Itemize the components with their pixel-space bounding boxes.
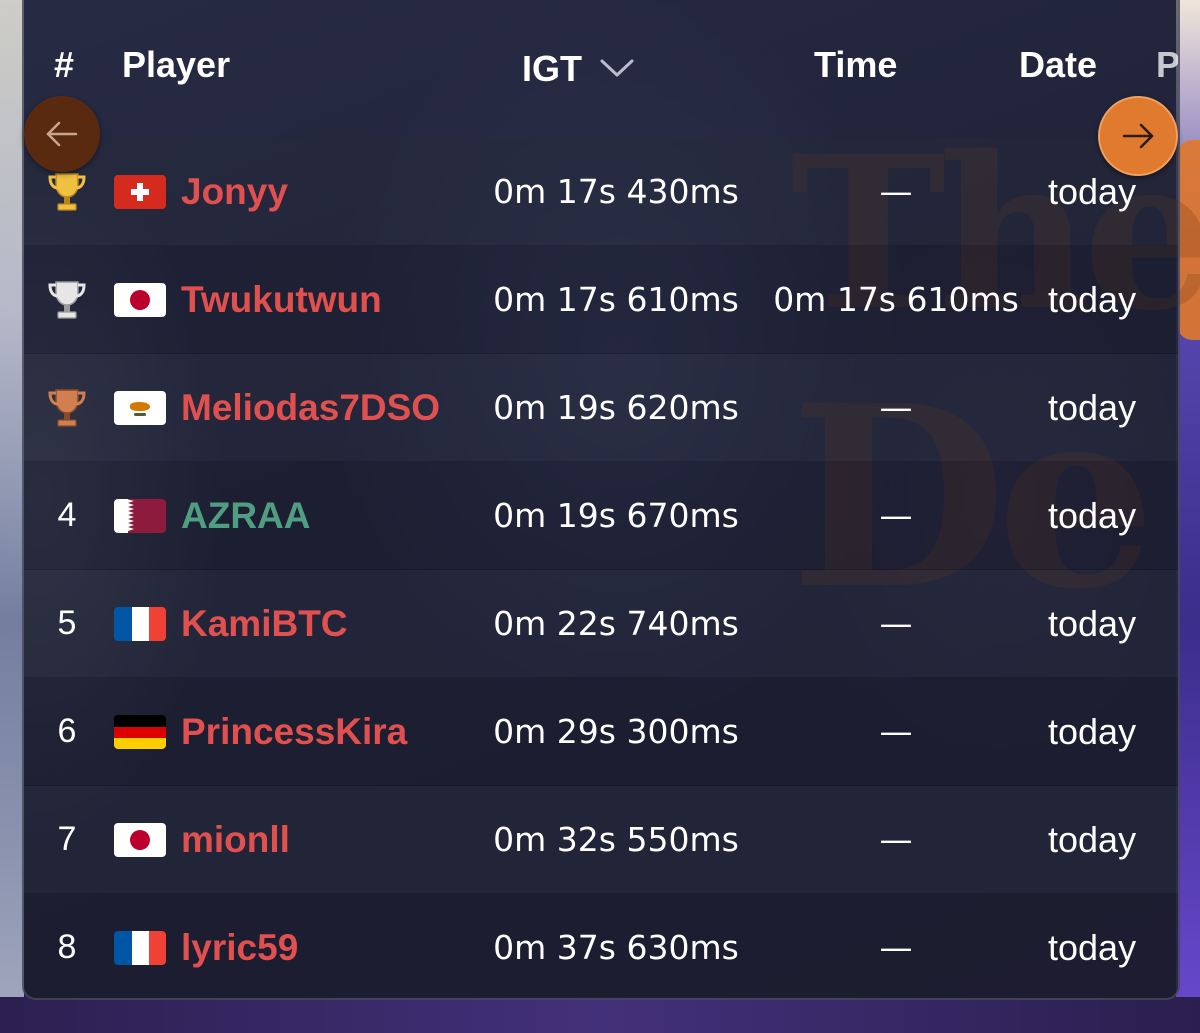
flag-jp-icon xyxy=(114,282,166,317)
player-name-link[interactable]: Meliodas7DSO xyxy=(181,354,440,461)
table-row[interactable]: Meliodas7DSO 0m 19s 620ms — today xyxy=(24,354,1178,462)
country-flag-icon xyxy=(114,570,168,677)
rank-number: 7 xyxy=(57,820,77,858)
date-value: today xyxy=(1048,602,1137,644)
column-header-date[interactable]: Date xyxy=(1019,44,1097,86)
igt-value[interactable]: 0m 17s 430ms xyxy=(486,138,746,245)
scroll-left-button[interactable] xyxy=(24,96,100,172)
igt-value[interactable]: 0m 17s 610ms xyxy=(486,246,746,353)
table-row[interactable]: Twukutwun 0m 17s 610ms 0m 17s 610ms today xyxy=(24,246,1178,354)
column-header-time[interactable]: Time xyxy=(814,44,897,86)
flag-jp-icon xyxy=(114,822,166,857)
column-header-rank[interactable]: # xyxy=(54,44,74,86)
table-header: # Player IGT Time Date P xyxy=(24,0,1178,130)
country-flag-icon xyxy=(114,354,168,461)
column-header-player[interactable]: Player xyxy=(122,44,230,86)
arrow-left-icon xyxy=(46,121,78,147)
igt-value[interactable]: 0m 37s 630ms xyxy=(486,894,746,998)
trophy-bronze-icon xyxy=(44,354,90,461)
date-value: today xyxy=(1048,710,1137,752)
player-name-link[interactable]: AZRAA xyxy=(181,462,310,569)
background-left-edge xyxy=(0,0,24,1033)
table-row[interactable]: 5 KamiBTC 0m 22s 740ms — today xyxy=(24,570,1178,678)
flag-de-icon xyxy=(114,714,166,749)
igt-value[interactable]: 0m 32s 550ms xyxy=(486,786,746,893)
time-value: — xyxy=(879,388,913,427)
player-name-link[interactable]: PrincessKira xyxy=(181,678,407,785)
background-bottom-edge xyxy=(0,997,1200,1033)
country-flag-icon xyxy=(114,678,168,785)
player-name-link[interactable]: KamiBTC xyxy=(181,570,348,677)
trophy-silver-icon xyxy=(44,246,90,353)
rank-number: 5 xyxy=(57,604,77,642)
leaderboard-panel: # Player IGT Time Date P Jonyy 0m 17s 430… xyxy=(22,0,1180,1000)
table-row[interactable]: Jonyy 0m 17s 430ms — today xyxy=(24,138,1178,246)
column-header-extra[interactable]: P xyxy=(1156,44,1178,86)
country-flag-icon xyxy=(114,462,168,569)
player-name-link[interactable]: Twukutwun xyxy=(181,246,382,353)
time-value: — xyxy=(879,496,913,535)
table-row[interactable]: 7 mionll 0m 32s 550ms — today xyxy=(24,786,1178,894)
country-flag-icon xyxy=(114,894,168,998)
rank-number: 6 xyxy=(57,712,77,750)
flag-fr-icon xyxy=(114,606,166,641)
table-row[interactable]: 8 lyric59 0m 37s 630ms — today xyxy=(24,894,1178,998)
date-value: today xyxy=(1048,494,1137,536)
igt-value[interactable]: 0m 19s 670ms xyxy=(486,462,746,569)
chevron-down-icon[interactable] xyxy=(600,44,634,86)
flag-qa-icon xyxy=(114,498,166,533)
time-value: 0m 17s 610ms xyxy=(773,280,1019,319)
scroll-right-button[interactable] xyxy=(1098,96,1178,176)
date-value: today xyxy=(1048,386,1137,428)
igt-value[interactable]: 0m 29s 300ms xyxy=(486,678,746,785)
player-name-link[interactable]: mionll xyxy=(181,786,290,893)
flag-fr-icon xyxy=(114,930,166,965)
time-value: — xyxy=(879,712,913,751)
date-value: today xyxy=(1048,278,1137,320)
table-row[interactable]: 4 AZRAA 0m 19s 670ms — today xyxy=(24,462,1178,570)
column-header-igt-label: IGT xyxy=(522,48,582,89)
background-right-accent xyxy=(1178,140,1200,340)
rank-number: 4 xyxy=(57,496,77,534)
time-value: — xyxy=(879,604,913,643)
arrow-right-icon xyxy=(1122,123,1154,149)
player-name-link[interactable]: lyric59 xyxy=(181,894,298,998)
date-value: today xyxy=(1048,926,1137,968)
table-row[interactable]: 6 PrincessKira 0m 29s 300ms — today xyxy=(24,678,1178,786)
date-value: today xyxy=(1048,818,1137,860)
country-flag-icon xyxy=(114,786,168,893)
time-value: — xyxy=(879,820,913,859)
column-header-igt[interactable]: IGT xyxy=(522,44,634,90)
country-flag-icon xyxy=(114,246,168,353)
time-value: — xyxy=(879,928,913,967)
time-value: — xyxy=(879,172,913,211)
flag-cy-icon xyxy=(114,390,166,425)
igt-value[interactable]: 0m 19s 620ms xyxy=(486,354,746,461)
rank-number: 8 xyxy=(57,928,77,966)
table-body: Jonyy 0m 17s 430ms — today Twukutwun 0m 17s 6… xyxy=(24,138,1178,998)
country-flag-icon xyxy=(114,138,168,245)
player-name-link[interactable]: Jonyy xyxy=(181,138,288,245)
flag-ch-icon xyxy=(114,174,166,209)
igt-value[interactable]: 0m 22s 740ms xyxy=(486,570,746,677)
